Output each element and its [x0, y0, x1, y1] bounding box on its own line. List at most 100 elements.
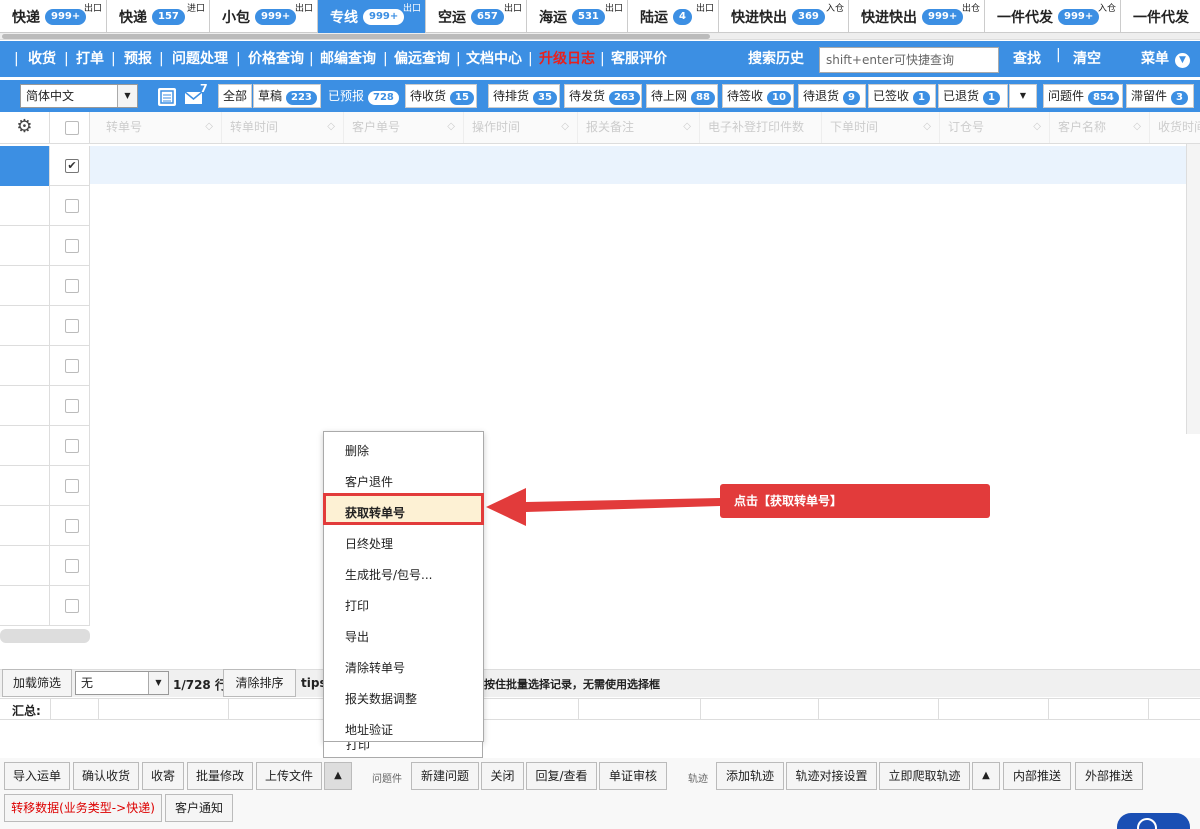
column-header[interactable]: 操作时间 ◇ — [464, 112, 578, 143]
upload-file-button[interactable]: 上传文件 — [256, 762, 322, 790]
nav-item-remote-query[interactable]: 偏远查询 — [394, 41, 450, 77]
chat-support-button[interactable] — [1117, 813, 1190, 829]
nav-item-price-query[interactable]: 价格查询 — [248, 41, 304, 77]
column-header[interactable]: 电子补登打印件数 — [700, 112, 822, 143]
add-track-button[interactable]: 添加轨迹 — [716, 762, 784, 790]
menu-item-clear-transfer-number[interactable]: 清除转单号 — [345, 659, 405, 676]
top-tab-dropship-out[interactable]: 一件代发 — [1121, 0, 1200, 33]
top-tab-sea[interactable]: 海运 531 出口 — [527, 0, 628, 33]
row-marker[interactable] — [0, 546, 50, 586]
selected-row[interactable] — [90, 146, 1186, 184]
language-select[interactable]: 简体中文 ▼ — [20, 84, 138, 108]
column-header[interactable]: 订仓号 ◇ — [940, 112, 1050, 143]
sort-icon[interactable]: ◇ — [205, 112, 213, 142]
filter-tab-pending-receipt[interactable]: 待收货 15 — [405, 84, 477, 108]
list-view-icon[interactable] — [158, 88, 176, 106]
column-header[interactable]: 收货时间 — [1150, 112, 1200, 143]
menu-item-get-transfer-number[interactable]: 获取转单号 — [345, 504, 405, 521]
top-tab-land[interactable]: 陆运 4 出口 — [628, 0, 719, 33]
tab-scrollbar-thumb[interactable] — [2, 34, 710, 39]
row-marker[interactable] — [0, 346, 50, 386]
sort-icon[interactable]: ◇ — [561, 112, 569, 142]
clear-sort-button[interactable]: 清除排序 — [223, 669, 296, 697]
row-checkbox[interactable] — [65, 399, 79, 413]
sort-icon[interactable]: ◇ — [327, 112, 335, 142]
menu-item-customs-adjust[interactable]: 报关数据调整 — [345, 690, 417, 707]
row-checkbox[interactable] — [65, 359, 79, 373]
column-header[interactable]: 客户单号 ◇ — [344, 112, 464, 143]
load-filter-button[interactable]: 加载筛选 — [2, 669, 72, 697]
row-marker[interactable] — [0, 226, 50, 266]
track-settings-button[interactable]: 轨迹对接设置 — [786, 762, 877, 790]
nav-item-receive[interactable]: 收货 — [28, 41, 56, 77]
filter-tab-problem[interactable]: 问题件 854 — [1043, 84, 1123, 108]
row-checkbox[interactable] — [65, 599, 79, 613]
internal-push-button[interactable]: 内部推送 — [1003, 762, 1071, 790]
sort-icon[interactable]: ◇ — [1133, 112, 1141, 142]
top-tab-air[interactable]: 空运 657 出口 — [426, 0, 527, 33]
row-marker[interactable] — [0, 506, 50, 546]
nav-item-docs[interactable]: 文档中心 — [466, 41, 522, 77]
quick-search-input[interactable]: shift+enter可快捷查询 — [819, 47, 999, 73]
column-header[interactable]: 下单时间 ◇ — [822, 112, 940, 143]
nav-item-forecast[interactable]: 预报 — [124, 41, 152, 77]
row-checkbox[interactable] — [65, 319, 79, 333]
top-tab-small-parcel[interactable]: 小包 999+ 出口 — [210, 0, 318, 33]
batch-edit-button[interactable]: 批量修改 — [187, 762, 253, 790]
row-checkbox[interactable] — [65, 239, 79, 253]
menu-button[interactable]: 菜单 — [1141, 41, 1169, 77]
menu-item-delete[interactable]: 删除 — [345, 442, 369, 459]
collect-button[interactable]: 收寄 — [142, 762, 184, 790]
row-marker[interactable] — [0, 186, 50, 226]
horizontal-scrollbar[interactable] — [0, 629, 90, 643]
filter-tab-pending-sign[interactable]: 待签收 10 — [722, 84, 794, 108]
crawl-track-button[interactable]: 立即爬取轨迹 — [879, 762, 970, 790]
filter-tab-pending-arrange[interactable]: 待排货 35 — [488, 84, 560, 108]
filter-tab-pending-ship[interactable]: 待发货 263 — [564, 84, 642, 108]
filter-more-dropdown[interactable]: ▼ — [1009, 84, 1037, 108]
row-marker[interactable] — [0, 426, 50, 466]
column-header[interactable]: 转单号 ◇ — [98, 112, 222, 143]
sort-icon[interactable]: ◇ — [1033, 112, 1041, 142]
row-marker[interactable] — [0, 466, 50, 506]
row-checkbox[interactable]: ✔ — [65, 159, 79, 173]
row-marker[interactable] — [0, 266, 50, 306]
top-tab-express-import[interactable]: 快递 157 进口 — [107, 0, 210, 33]
filter-tab-forecasted[interactable]: 已预报 728 — [323, 84, 403, 108]
menu-item-export[interactable]: 导出 — [345, 628, 369, 645]
selected-row-marker[interactable] — [0, 146, 50, 186]
reply-view-button[interactable]: 回复/查看 — [526, 762, 597, 790]
filter-tab-returned[interactable]: 已退货 1 — [938, 84, 1008, 108]
select-all-checkbox[interactable] — [65, 121, 79, 135]
row-marker[interactable] — [0, 306, 50, 346]
vertical-scrollbar[interactable] — [1186, 144, 1200, 434]
document-review-button[interactable]: 单证审核 — [599, 762, 667, 790]
top-tab-dropship-in[interactable]: 一件代发 999+ 入仓 — [985, 0, 1121, 33]
row-checkbox[interactable] — [65, 479, 79, 493]
filter-tab-signed[interactable]: 已签收 1 — [868, 84, 936, 108]
nav-item-print-label[interactable]: 打单 — [76, 41, 104, 77]
menu-item-address-verify[interactable]: 地址验证 — [345, 721, 393, 738]
nav-item-zip-query[interactable]: 邮编查询 — [320, 41, 376, 77]
column-header[interactable]: 客户名称 ◇ — [1050, 112, 1150, 143]
sort-icon[interactable]: ◇ — [923, 112, 931, 142]
gear-icon[interactable]: ⚙ — [0, 112, 50, 144]
column-header[interactable]: 转单时间 ◇ — [222, 112, 344, 143]
transfer-data-button[interactable]: 转移数据(业务类型->快递) — [4, 794, 162, 822]
track-more-button[interactable]: ▲ — [972, 762, 1000, 790]
close-problem-button[interactable]: 关闭 — [481, 762, 524, 790]
more-actions-button[interactable]: ▲ — [324, 762, 352, 790]
filter-tab-all[interactable]: 全部 — [218, 84, 252, 108]
menu-item-print[interactable]: 打印 — [345, 597, 369, 614]
row-checkbox[interactable] — [65, 279, 79, 293]
menu-item-end-of-day[interactable]: 日终处理 — [345, 535, 393, 552]
row-checkbox[interactable] — [65, 199, 79, 213]
menu-item-customer-return[interactable]: 客户退件 — [345, 473, 393, 490]
nav-item-problems[interactable]: 问题处理 — [172, 41, 228, 77]
top-tab-quick-out[interactable]: 快进快出 999+ 出仓 — [849, 0, 985, 33]
filter-tab-pending-return[interactable]: 待退货 9 — [798, 84, 866, 108]
nav-item-changelog[interactable]: 升级日志 — [539, 41, 595, 77]
customer-notify-button[interactable]: 客户通知 — [165, 794, 233, 822]
filter-select[interactable]: 无 ▼ — [75, 671, 169, 695]
top-tab-dedicated-line[interactable]: 专线 999+ 出口 — [318, 0, 426, 33]
